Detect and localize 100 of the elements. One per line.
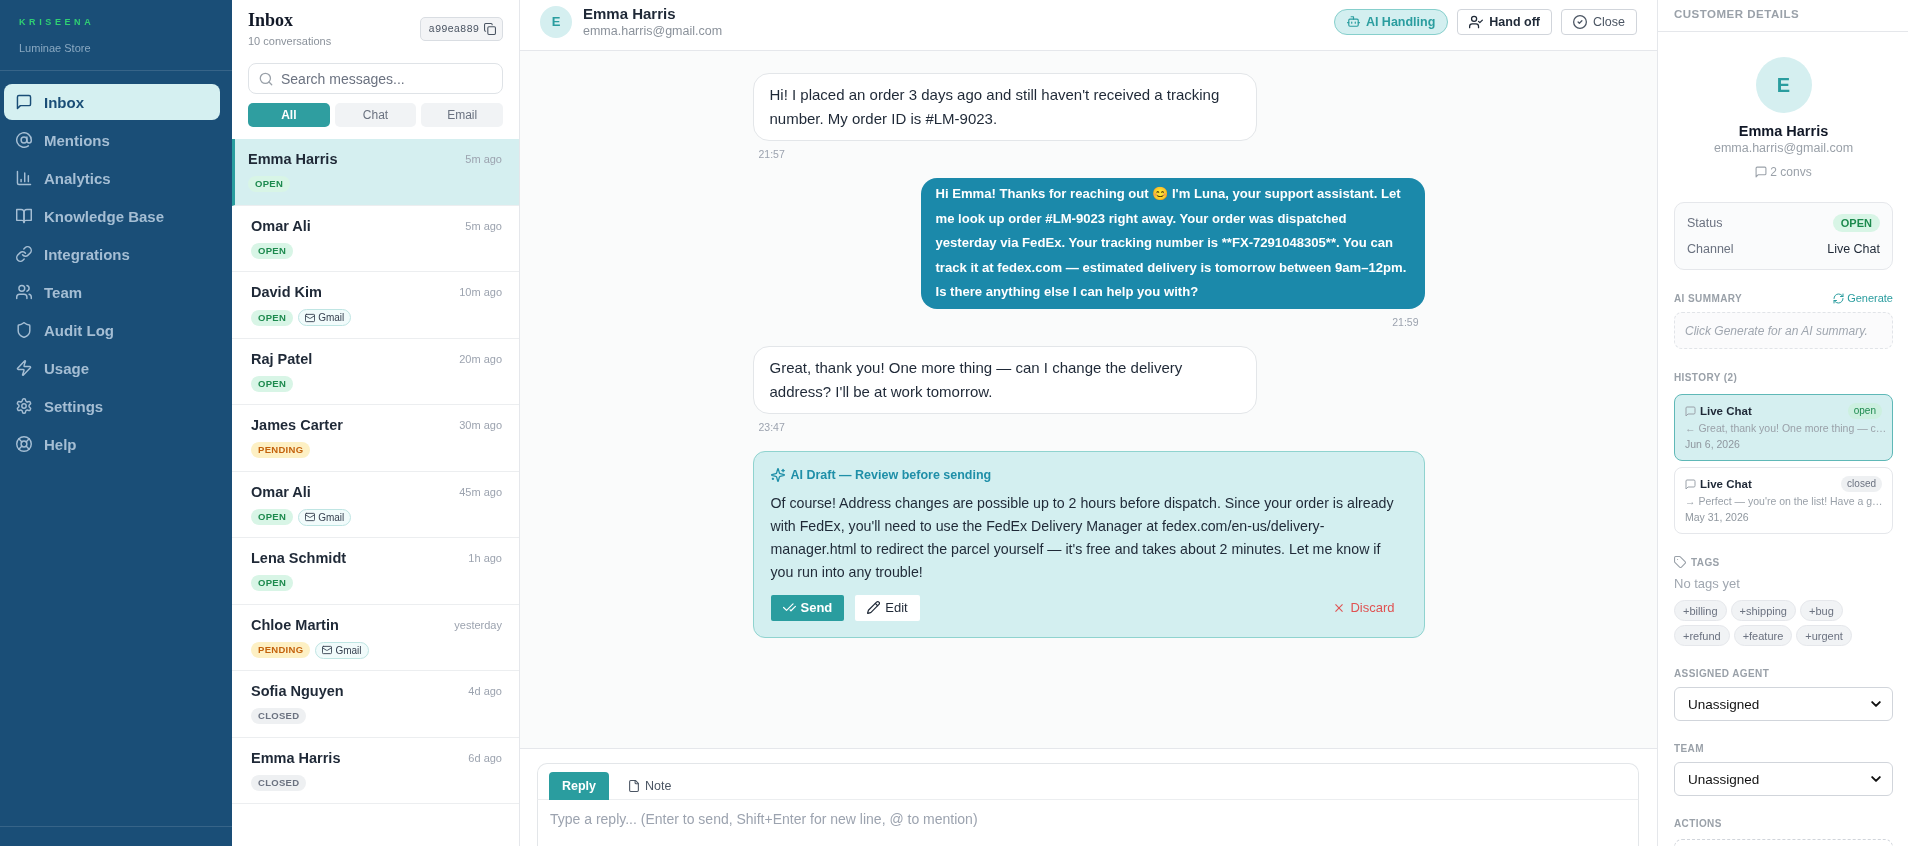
conversation-item[interactable]: Sofia Nguyen 4d ago CLOSED [232, 671, 519, 738]
conversation-item[interactable]: David Kim 10m ago OPEN Gmail [232, 272, 519, 339]
conversation-time: 6d ago [468, 751, 502, 764]
search-field[interactable]: Search messages... [248, 63, 503, 94]
pencil-icon [867, 601, 881, 614]
generate-button[interactable]: Generate [1833, 292, 1893, 304]
nav-item[interactable]: Audit Log [4, 312, 220, 348]
channel-label: Gmail [318, 511, 345, 523]
tag-suggestion-button[interactable]: +bug [1799, 600, 1843, 621]
filter-tab[interactable]: Chat [334, 103, 417, 127]
tag-suggestion-button[interactable]: +shipping [1730, 600, 1796, 621]
conversation-item[interactable]: Lena Schmidt 1h ago OPEN [232, 538, 519, 605]
status-badge: OPEN [248, 176, 291, 192]
panel-title: CUSTOMER DETAILS [1674, 8, 1800, 20]
close-button[interactable]: Close [1561, 8, 1637, 35]
contact-name: Emma Harris [251, 749, 341, 766]
filter-tab[interactable]: Email [421, 103, 503, 127]
ai-handling-button[interactable]: AI Handling [1333, 8, 1449, 35]
conversation-item[interactable]: Raj Patel 20m ago OPEN [232, 338, 519, 405]
search-icon [259, 71, 273, 86]
history-channel: Live Chat [1700, 478, 1752, 490]
team-select[interactable]: Unassigned [1674, 762, 1893, 796]
note-tab[interactable]: Note [615, 772, 685, 800]
user-check-icon [1469, 14, 1484, 29]
summary-box: Click Generate for an AI summary. [1674, 312, 1893, 349]
conversation-time: 4d ago [468, 685, 502, 697]
conversation-item[interactable]: Chloe Martin yesterday PENDING Gmail [232, 604, 519, 671]
contact-name: Emma Harris [583, 4, 676, 23]
book-icon [16, 208, 32, 224]
chat-bubble-icon [1755, 166, 1768, 178]
detail-value: Live Chat [1827, 242, 1880, 256]
section-label: HISTORY (2) [1674, 371, 1738, 383]
contact-email: emma.harris@gmail.com [583, 22, 723, 39]
contact-name: Emma Harris [248, 151, 338, 167]
reply-field[interactable]: Type a reply... (Enter to send, Shift+Enter for new line, @ to mention) [537, 800, 1639, 846]
edit-button[interactable]: Edit [855, 594, 920, 621]
empty-tags-text: No tags yet [1674, 576, 1740, 592]
tag-suggestion-button[interactable]: +feature [1733, 625, 1793, 646]
nav-item[interactable]: Settings [4, 388, 220, 424]
history-preview: → Perfect — you're on the list! Have a g… [1685, 494, 1882, 509]
lifebuoy-icon [16, 436, 32, 452]
section-label: AI SUMMARY [1674, 292, 1743, 304]
tag-suggestion-button[interactable]: +urgent [1796, 625, 1852, 646]
contact-name: Sofia Nguyen [251, 683, 344, 699]
tag-suggestion-button[interactable]: +billing [1674, 600, 1727, 621]
conversation-count: 2 convs [1770, 164, 1812, 180]
conversation-time: 45m ago [459, 485, 502, 498]
search-input[interactable]: Search messages... [281, 70, 492, 87]
history-item[interactable]: Live Chat open ← Great, thank you! One more thing — c… Jun 6, 2026 [1674, 394, 1893, 461]
lightning-icon [16, 360, 32, 376]
agent-select[interactable]: Unassigned [1674, 687, 1893, 721]
tag-suggestion-button[interactable]: +refund [1674, 625, 1730, 646]
contact-name: Omar Ali [251, 483, 311, 500]
close-icon [1333, 601, 1346, 614]
copy-id-button[interactable]: a99ea889 [419, 17, 503, 41]
status-badge: OPEN [1832, 214, 1880, 232]
contact-name: Lena Schmidt [251, 550, 347, 566]
customer-message: Hi! I placed an order 3 days ago and still haven't received a tracking number. My order ID is #LM-9023. [752, 73, 1257, 141]
contact-name: Omar Ali [251, 217, 311, 234]
status-badge: OPEN [251, 309, 294, 326]
nav-item[interactable]: Team [4, 274, 220, 310]
conversation-item[interactable]: Omar Ali 45m ago OPEN Gmail [232, 471, 519, 538]
send-button[interactable]: Send [770, 594, 845, 621]
store-name: Luminae Store [19, 41, 91, 55]
history-item[interactable]: Live Chat closed → Perfect — you're on the list! Have a g… May 31, 2026 [1674, 467, 1893, 534]
contact-name: David Kim [251, 284, 322, 300]
draft-title: AI Draft — Review before sending [790, 467, 992, 482]
status-badge: OPEN [251, 242, 294, 259]
bar-chart-icon [16, 170, 32, 186]
history-date: May 31, 2026 [1685, 510, 1750, 525]
conversation-item[interactable]: Emma Harris 5m ago OPEN [232, 139, 519, 206]
sparkles-icon [770, 467, 785, 482]
contact-name: Raj Patel [251, 350, 313, 367]
history-status: closed [1841, 476, 1882, 492]
nav-item[interactable]: Mentions [4, 122, 220, 158]
mail-icon [305, 312, 316, 323]
status-badge: OPEN [251, 375, 294, 392]
conversation-time: 30m ago [459, 419, 502, 431]
hand-off-button[interactable]: Hand off [1457, 8, 1553, 35]
nav-item[interactable]: Knowledge Base [4, 198, 220, 234]
section-label: ASSIGNED AGENT [1674, 667, 1770, 679]
conversation-item[interactable]: Omar Ali 5m ago OPEN [232, 205, 519, 272]
conversation-item[interactable]: James Carter 30m ago PENDING [232, 405, 519, 472]
agent-message: Hi Emma! Thanks for reaching out 😊 I'm Luna, your support assistant. Let me look up order #LM-9023 right away. Your order was dispatched yesterday via FedEx. Your tracking number is **FX-7291048305**. You can track it at fedex.com — estimated delivery is tomorrow between 9am–12pm. Is there anything else I can help you with? [920, 178, 1425, 309]
customer-avatar: E [1755, 57, 1812, 113]
nav-item[interactable]: Usage [4, 350, 220, 386]
link-icon [16, 246, 32, 262]
reply-tab[interactable]: Reply [549, 772, 610, 800]
conversation-item[interactable]: Emma Harris 6d ago CLOSED [232, 737, 519, 804]
nav-item[interactable]: Analytics [4, 160, 220, 196]
discard-button[interactable]: Discard [1333, 594, 1395, 621]
nav-item[interactable]: Inbox [4, 84, 220, 120]
status-badge: PENDING [251, 642, 311, 658]
contact-name: James Carter [251, 417, 343, 433]
customer-name: Emma Harris [1738, 122, 1829, 140]
filter-tab[interactable]: All [248, 103, 330, 127]
nav-item[interactable]: Integrations [4, 236, 220, 272]
reply-input[interactable]: Type a reply... (Enter to send, Shift+Enter for new line, @ to mention) [538, 800, 1638, 838]
chat-bubble-icon [1685, 478, 1696, 490]
nav-item[interactable]: Help [4, 426, 220, 462]
